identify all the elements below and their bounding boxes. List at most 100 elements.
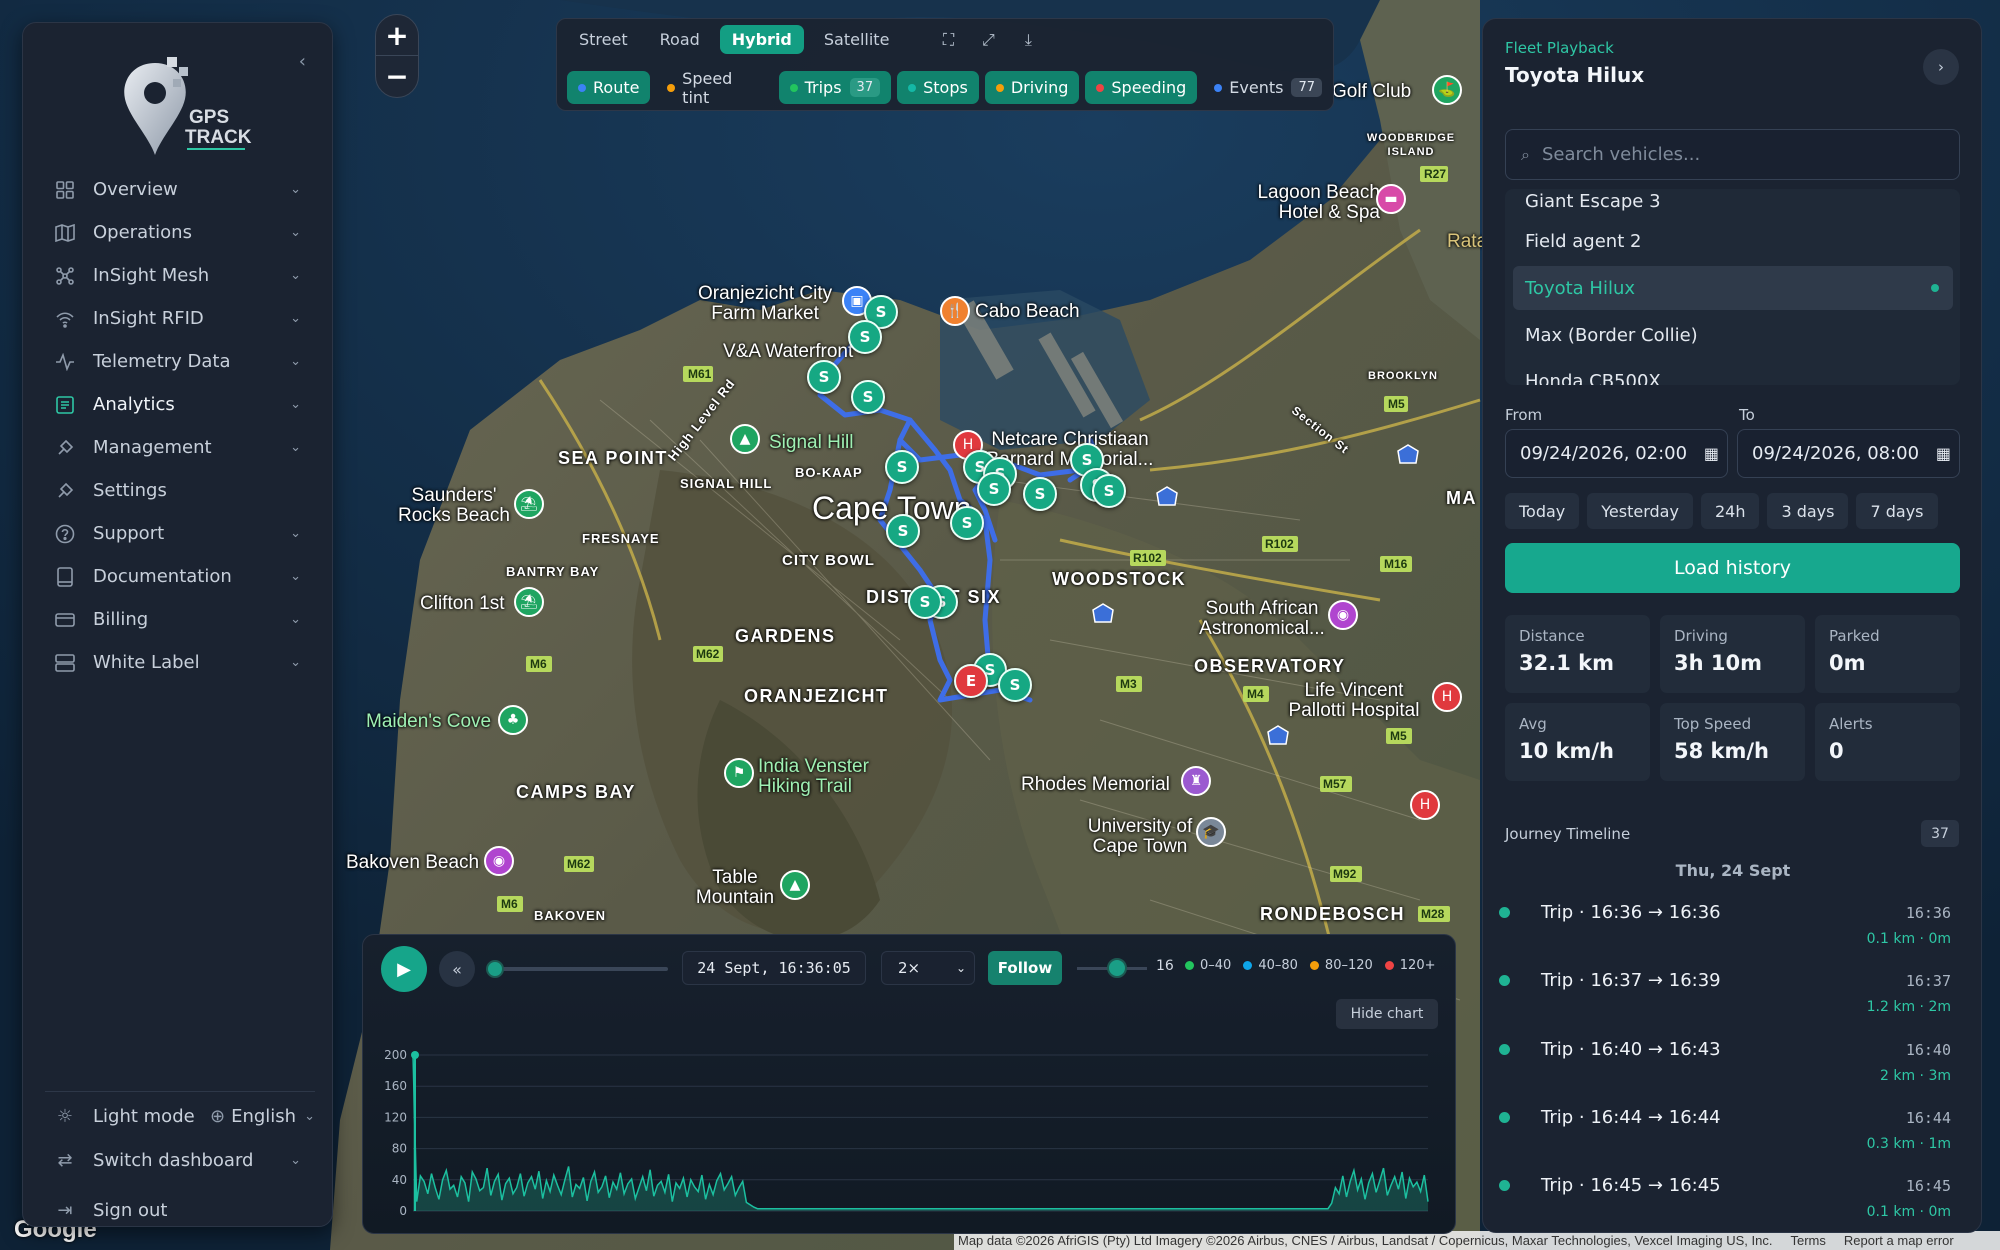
- trip-start-marker[interactable]: S: [1092, 474, 1126, 508]
- hospital-poi-icon[interactable]: H: [1432, 682, 1462, 712]
- hotel-poi-icon[interactable]: ▬: [1376, 184, 1406, 214]
- sidebar-item-support[interactable]: Support ⌄: [45, 512, 315, 555]
- to-datetime-input[interactable]: 09/24/2026, 08:00 ▦: [1737, 429, 1960, 478]
- range-today-button[interactable]: Today: [1505, 493, 1580, 529]
- chip-stops[interactable]: Stops: [897, 71, 979, 104]
- range-3-days-button[interactable]: 3 days: [1767, 493, 1849, 529]
- university-poi-icon[interactable]: 🎓: [1196, 817, 1226, 847]
- trip-start-marker[interactable]: S: [886, 514, 920, 548]
- seek-handle[interactable]: [486, 960, 504, 978]
- range-7-days-button[interactable]: 7 days: [1856, 493, 1938, 529]
- trip-end-marker[interactable]: E: [954, 664, 988, 698]
- hiking-poi-icon[interactable]: ⚑: [724, 758, 754, 788]
- tab-satellite[interactable]: Satellite: [812, 25, 902, 54]
- tab-hybrid[interactable]: Hybrid: [719, 25, 804, 54]
- trip-start-marker[interactable]: S: [851, 380, 885, 414]
- sidebar-item-telemetry-data[interactable]: Telemetry Data ⌄: [45, 340, 315, 383]
- zoom-slider-handle[interactable]: [1107, 958, 1127, 978]
- timeline-trip-item[interactable]: Trip · 16:37 → 16:39 16:37 1.2 km · 2m: [1495, 963, 1957, 1025]
- chip-driving[interactable]: Driving: [984, 71, 1080, 104]
- sidebar-item-operations[interactable]: Operations ⌄: [45, 211, 315, 254]
- restaurant-poi-icon[interactable]: 🍴: [940, 296, 970, 326]
- trip-start-marker[interactable]: S: [998, 668, 1032, 702]
- calendar-icon[interactable]: ▦: [1697, 444, 1719, 463]
- sidebar-item-documentation[interactable]: Documentation ⌄: [45, 555, 315, 598]
- range-24h-button[interactable]: 24h: [1700, 493, 1760, 529]
- sign-out-button[interactable]: ⇥ Sign out: [45, 1188, 315, 1232]
- timeline-trip-item[interactable]: Trip · 16:44 → 16:44 16:44 0.3 km · 1m: [1495, 1100, 1957, 1162]
- tab-road[interactable]: Road: [648, 25, 712, 54]
- museum-poi-icon[interactable]: ◉: [1328, 600, 1358, 630]
- trip-start-marker[interactable]: S: [807, 360, 841, 394]
- gps-track-logo[interactable]: GPS TRACK: [115, 45, 275, 155]
- sidebar-item-billing[interactable]: Billing ⌄: [45, 598, 315, 641]
- attraction-poi-icon[interactable]: ◉: [484, 846, 514, 876]
- chip-events[interactable]: Events 77: [1203, 71, 1333, 104]
- switch-dashboard-button[interactable]: ⇄ Switch dashboard ⌄: [45, 1138, 315, 1182]
- vehicle-item[interactable]: Honda CB500X: [1513, 359, 1953, 386]
- rewind-button[interactable]: «: [439, 951, 475, 987]
- chip-speed-tint[interactable]: Speed tint: [656, 69, 772, 107]
- light-mode-toggle[interactable]: ☼ Light mode ⊕ English ⌄: [45, 1094, 315, 1138]
- park-poi-icon[interactable]: ♣: [498, 705, 528, 735]
- vehicle-item-selected[interactable]: Toyota Hilux: [1513, 266, 1953, 310]
- range-yesterday-button[interactable]: Yesterday: [1587, 493, 1693, 529]
- timeline-trip-item[interactable]: Trip · 16:45 → 16:45 16:45 0.1 km · 0m: [1495, 1168, 1957, 1230]
- sidebar-item-insight-mesh[interactable]: InSight Mesh ⌄: [45, 254, 315, 297]
- road-badge: M92: [1333, 867, 1357, 881]
- timeline-trip-item[interactable]: Trip · 16:36 → 16:36 16:36 0.1 km · 0m: [1495, 895, 1957, 957]
- playback-zoom-slider[interactable]: [1077, 958, 1147, 978]
- chip-route[interactable]: Route: [567, 71, 651, 104]
- golf-poi-icon[interactable]: ⛳: [1432, 75, 1462, 105]
- seek-slider[interactable]: [486, 960, 668, 978]
- zoom-out-button[interactable]: −: [376, 56, 418, 97]
- hospital-poi-icon[interactable]: H: [1410, 790, 1440, 820]
- playback-speed-select[interactable]: 2× ⌄: [881, 951, 975, 985]
- trip-start-marker[interactable]: S: [908, 585, 942, 619]
- y-tick-label: 120: [384, 1110, 407, 1124]
- trip-start-marker[interactable]: S: [950, 506, 984, 540]
- monument-poi-icon[interactable]: ♜: [1181, 766, 1211, 796]
- sidebar-item-overview[interactable]: Overview ⌄: [45, 168, 315, 211]
- tab-street[interactable]: Street: [567, 25, 640, 54]
- load-history-button[interactable]: Load history: [1505, 543, 1960, 593]
- chip-trips[interactable]: Trips 37: [778, 71, 892, 104]
- follow-button[interactable]: Follow: [988, 951, 1062, 985]
- terms-link[interactable]: Terms: [1791, 1233, 1826, 1248]
- beach-poi-icon[interactable]: ⛱: [514, 587, 544, 617]
- vehicle-search-input[interactable]: ⌕ Search vehicles...: [1505, 129, 1960, 180]
- vehicle-item[interactable]: Max (Border Collie): [1513, 313, 1953, 357]
- download-icon[interactable]: ⤓: [1015, 27, 1041, 53]
- trip-start-marker[interactable]: S: [848, 320, 882, 354]
- trip-start-marker[interactable]: S: [977, 472, 1011, 506]
- sidebar-item-white-label[interactable]: White Label ⌄: [45, 641, 315, 684]
- vehicle-item[interactable]: Field agent 2: [1513, 219, 1953, 263]
- sidebar-item-analytics[interactable]: Analytics ⌄: [45, 383, 315, 426]
- sidebar-item-management[interactable]: Management ⌄: [45, 426, 315, 469]
- mountain-poi-icon[interactable]: ▲: [780, 870, 810, 900]
- sidebar-item-settings[interactable]: Settings: [45, 469, 315, 512]
- chevron-right-icon[interactable]: ›: [1923, 49, 1959, 85]
- fullscreen-icon[interactable]: ⛶: [935, 27, 961, 53]
- trip-start-marker[interactable]: S: [885, 450, 919, 484]
- beach-poi-icon[interactable]: ⛱: [514, 489, 544, 519]
- expand-icon[interactable]: ⤢: [975, 27, 1001, 53]
- hide-chart-button[interactable]: Hide chart: [1336, 999, 1438, 1029]
- timeline-trip-item[interactable]: Trip · 16:40 → 16:43 16:40 2 km · 3m: [1495, 1032, 1957, 1094]
- sidebar-item-insight-rfid[interactable]: InSight RFID ⌄: [45, 297, 315, 340]
- from-datetime-input[interactable]: 09/24/2026, 02:00 ▦: [1505, 429, 1728, 478]
- trip-start-marker[interactable]: S: [1023, 477, 1057, 511]
- trips-dot-icon: [789, 83, 798, 92]
- park-poi-icon[interactable]: ▲: [730, 424, 760, 454]
- play-button[interactable]: ▶: [381, 946, 427, 992]
- chip-speeding[interactable]: Speeding: [1085, 71, 1198, 104]
- language-selector[interactable]: ⊕ English ⌄: [210, 1106, 315, 1127]
- report-error-link[interactable]: Report a map error: [1844, 1233, 1954, 1248]
- attribution-text: Map data ©2026 AfriGIS (Pty) Ltd Imagery…: [958, 1233, 1773, 1248]
- svg-text:GPS: GPS: [189, 107, 229, 128]
- zoom-in-button[interactable]: +: [376, 15, 418, 56]
- calendar-icon[interactable]: ▦: [1929, 444, 1951, 463]
- vehicle-item[interactable]: Giant Escape 3: [1513, 189, 1953, 223]
- collapse-sidebar-icon[interactable]: ‹: [299, 51, 306, 72]
- trip-time: 16:44: [1905, 1109, 1951, 1127]
